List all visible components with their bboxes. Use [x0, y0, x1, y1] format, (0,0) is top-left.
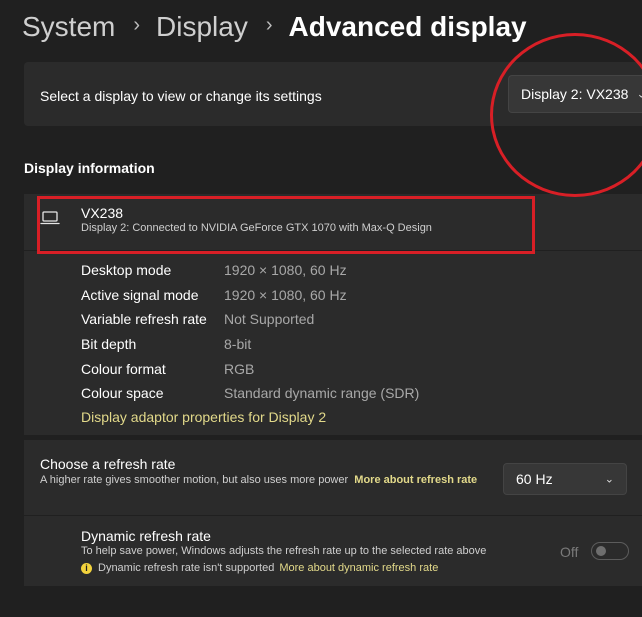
refresh-rate-description-text: A higher rate gives smoother motion, but…: [40, 474, 349, 486]
info-label: Colour space: [81, 385, 164, 401]
info-value: 8-bit: [224, 336, 252, 352]
info-label: Colour format: [81, 361, 166, 377]
breadcrumb-system[interactable]: System: [22, 8, 115, 46]
info-label: Desktop mode: [81, 262, 172, 278]
info-label: Variable refresh rate: [81, 311, 207, 327]
info-value: RGB: [224, 361, 255, 377]
display-select-card: Select a display to view or change its s…: [24, 62, 642, 126]
display-adapter-properties-link[interactable]: Display adaptor properties for Display 2: [81, 409, 326, 425]
info-value: Standard dynamic range (SDR): [224, 385, 420, 401]
laptop-icon: [40, 211, 60, 225]
dynamic-refresh-rate-description: To help save power, Windows adjusts the …: [81, 545, 487, 557]
dynamic-refresh-rate-title: Dynamic refresh rate: [81, 528, 211, 544]
page-title: Advanced display: [288, 11, 527, 42]
refresh-rate-card: Choose a refresh rate A higher rate give…: [24, 440, 642, 515]
info-value: Not Supported: [224, 311, 315, 327]
refresh-rate-value: 60 Hz: [516, 471, 553, 487]
refresh-rate-description: A higher rate gives smoother motion, but…: [40, 473, 500, 488]
refresh-rate-dropdown[interactable]: 60 Hz ⌄: [503, 463, 627, 495]
breadcrumb-separator-icon: ›: [265, 14, 273, 36]
display-information-details: Desktop mode 1920 × 1080, 60 Hz Active s…: [24, 251, 642, 435]
display-select-value: Display 2: VX238: [521, 86, 629, 102]
advanced-display-page: System › Display › Advanced display Sele…: [0, 0, 642, 617]
info-icon: i: [81, 562, 92, 574]
dynamic-refresh-rate-note: i Dynamic refresh rate isn't supported M…: [81, 562, 438, 574]
dynamic-refresh-toggle-label: Off: [560, 544, 579, 560]
display-information-header: VX238 Display 2: Connected to NVIDIA GeF…: [24, 194, 642, 250]
chevron-down-icon: ⌄: [636, 88, 642, 101]
display-name: VX238: [81, 205, 124, 221]
breadcrumb-separator-icon: ›: [133, 14, 141, 36]
breadcrumb: System › Display › Advanced display: [22, 8, 527, 46]
dynamic-refresh-toggle[interactable]: [591, 542, 629, 560]
info-label: Bit depth: [81, 336, 137, 352]
refresh-rate-title: Choose a refresh rate: [40, 456, 176, 472]
more-about-refresh-rate-link[interactable]: More about refresh rate: [354, 474, 477, 486]
display-select-dropdown[interactable]: Display 2: VX238 ⌄: [508, 75, 642, 113]
dynamic-refresh-rate-note-text: Dynamic refresh rate isn't supported: [98, 562, 275, 574]
display-description: Display 2: Connected to NVIDIA GeForce G…: [81, 222, 432, 234]
chevron-down-icon: ⌄: [604, 473, 614, 486]
info-value: 1920 × 1080, 60 Hz: [224, 287, 347, 303]
display-information-heading: Display information: [24, 160, 155, 176]
dynamic-refresh-rate-card: Dynamic refresh rate To help save power,…: [24, 516, 642, 586]
toggle-knob: [596, 546, 606, 556]
breadcrumb-display[interactable]: Display: [156, 8, 248, 46]
info-value: 1920 × 1080, 60 Hz: [224, 262, 347, 278]
more-about-dynamic-refresh-rate-link[interactable]: More about dynamic refresh rate: [279, 562, 438, 574]
display-select-label: Select a display to view or change its s…: [40, 88, 322, 104]
info-label: Active signal mode: [81, 287, 199, 303]
